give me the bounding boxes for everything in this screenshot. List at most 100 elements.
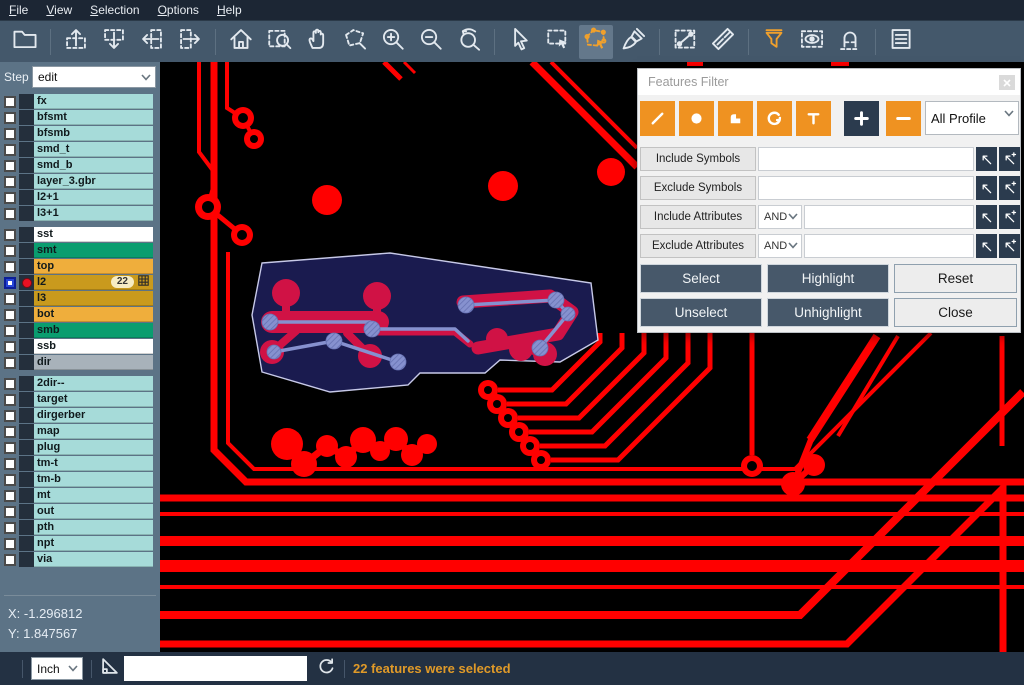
- toolbar-button-pan-down[interactable]: [97, 25, 131, 59]
- layer-row-pth[interactable]: pth: [0, 520, 153, 535]
- pick-add-from-canvas-button[interactable]: [999, 147, 1020, 171]
- layer-row-l3[interactable]: l3: [0, 291, 153, 306]
- layer-checkbox[interactable]: [4, 426, 16, 438]
- layer-cell[interactable]: target: [34, 392, 153, 407]
- pick-from-canvas-button[interactable]: [976, 234, 997, 258]
- layer-row-target[interactable]: target: [0, 392, 153, 407]
- layer-row-l3+1[interactable]: l3+1: [0, 206, 153, 221]
- toolbar-button-zoom-polygon[interactable]: [338, 25, 372, 59]
- exclude-symbols-input[interactable]: [758, 176, 974, 200]
- layer-checkbox[interactable]: [4, 277, 16, 289]
- toolbar-button-zoom-area[interactable]: [262, 25, 296, 59]
- layer-cell[interactable]: mt: [34, 488, 153, 503]
- layer-checkbox[interactable]: [4, 394, 16, 406]
- toolbar-button-pointer-select[interactable]: [503, 25, 537, 59]
- operator-select[interactable]: AND: [758, 234, 802, 258]
- toolbar-button-pan-hand[interactable]: [300, 25, 334, 59]
- dialog-close-button[interactable]: [999, 75, 1015, 90]
- layer-row-dir[interactable]: dir: [0, 355, 153, 370]
- layer-cell[interactable]: via: [34, 552, 153, 567]
- select-button[interactable]: Select: [640, 264, 762, 293]
- layer-row-tm-t[interactable]: tm-t: [0, 456, 153, 471]
- layer-checkbox[interactable]: [4, 506, 16, 518]
- toolbar-button-open-file[interactable]: [8, 25, 42, 59]
- layer-checkbox[interactable]: [4, 293, 16, 305]
- layer-cell[interactable]: npt: [34, 536, 153, 551]
- layer-row-npt[interactable]: npt: [0, 536, 153, 551]
- reset-button[interactable]: Reset: [894, 264, 1017, 293]
- include-symbols-input[interactable]: [758, 147, 974, 171]
- layer-cell[interactable]: smd_b: [34, 158, 153, 173]
- step-select[interactable]: edit: [32, 66, 156, 88]
- pick-add-from-canvas-button[interactable]: [999, 234, 1020, 258]
- layer-cell[interactable]: smt: [34, 243, 153, 258]
- feature-type-arc-button[interactable]: [757, 101, 792, 136]
- layer-row-l2[interactable]: l222: [0, 275, 153, 290]
- include-symbols-button[interactable]: Include Symbols: [640, 147, 756, 171]
- unselect-button[interactable]: Unselect: [640, 298, 762, 327]
- feature-type-line-button[interactable]: [640, 101, 675, 136]
- feature-type-surface-button[interactable]: [718, 101, 753, 136]
- layer-cell[interactable]: l3+1: [34, 206, 153, 221]
- add-filter-button[interactable]: [844, 101, 879, 136]
- layer-cell[interactable]: sst: [34, 227, 153, 242]
- layer-row-bot[interactable]: bot: [0, 307, 153, 322]
- layer-checkbox[interactable]: [4, 341, 16, 353]
- layer-checkbox[interactable]: [4, 96, 16, 108]
- toolbar-button-zoom-out[interactable]: [414, 25, 448, 59]
- layer-checkbox[interactable]: [4, 176, 16, 188]
- layer-cell[interactable]: bfsmb: [34, 126, 153, 141]
- layer-row-bfsmb[interactable]: bfsmb: [0, 126, 153, 141]
- layer-cell[interactable]: smb: [34, 323, 153, 338]
- menu-options[interactable]: Options: [149, 0, 208, 20]
- toolbar-button-rectangle-select[interactable]: [541, 25, 575, 59]
- layer-cell[interactable]: out: [34, 504, 153, 519]
- unit-select[interactable]: Inch: [31, 657, 83, 680]
- layer-checkbox[interactable]: [4, 160, 16, 172]
- toolbar-button-view-options[interactable]: [795, 25, 829, 59]
- close-button[interactable]: Close: [894, 298, 1017, 327]
- layer-checkbox[interactable]: [4, 357, 16, 369]
- layer-checkbox[interactable]: [4, 442, 16, 454]
- exclude-symbols-button[interactable]: Exclude Symbols: [640, 176, 756, 200]
- layer-checkbox[interactable]: [4, 309, 16, 321]
- layer-checkbox[interactable]: [4, 112, 16, 124]
- layer-row-smd_t[interactable]: smd_t: [0, 142, 153, 157]
- operator-select[interactable]: AND: [758, 205, 802, 229]
- layer-checkbox[interactable]: [4, 192, 16, 204]
- toolbar-button-zoom-previous[interactable]: [452, 25, 486, 59]
- layer-checkbox[interactable]: [4, 229, 16, 241]
- layer-row-via[interactable]: via: [0, 552, 153, 567]
- layer-cell[interactable]: fx: [34, 94, 153, 109]
- layer-row-out[interactable]: out: [0, 504, 153, 519]
- menu-selection[interactable]: Selection: [81, 0, 148, 20]
- layer-row-l2+1[interactable]: l2+1: [0, 190, 153, 205]
- corner-measure-icon[interactable]: [100, 656, 120, 681]
- toolbar-button-pan-left[interactable]: [135, 25, 169, 59]
- layer-cell[interactable]: smd_t: [34, 142, 153, 157]
- layer-row-2dir--[interactable]: 2dir--: [0, 376, 153, 391]
- profile-select[interactable]: All Profile: [925, 101, 1019, 135]
- pick-from-canvas-button[interactable]: [976, 205, 997, 229]
- layer-row-fx[interactable]: fx: [0, 94, 153, 109]
- layer-checkbox[interactable]: [4, 144, 16, 156]
- layer-cell[interactable]: bfsmt: [34, 110, 153, 125]
- layer-row-dirgerber[interactable]: dirgerber: [0, 408, 153, 423]
- layer-row-smt[interactable]: smt: [0, 243, 153, 258]
- refresh-icon[interactable]: [316, 656, 336, 681]
- toolbar-button-ruler[interactable]: [706, 25, 740, 59]
- layer-cell[interactable]: dir: [34, 355, 153, 370]
- layer-row-sst[interactable]: sst: [0, 227, 153, 242]
- remove-filter-button[interactable]: [886, 101, 921, 136]
- layer-cell[interactable]: top: [34, 259, 153, 274]
- layer-checkbox[interactable]: [4, 261, 16, 273]
- layer-row-smd_b[interactable]: smd_b: [0, 158, 153, 173]
- toolbar-button-pan-right[interactable]: [173, 25, 207, 59]
- layer-checkbox[interactable]: [4, 325, 16, 337]
- layer-checkbox[interactable]: [4, 522, 16, 534]
- layer-cell[interactable]: bot: [34, 307, 153, 322]
- toolbar-button-paint-select[interactable]: [617, 25, 651, 59]
- toolbar-button-features-filter[interactable]: [757, 25, 791, 59]
- layer-cell[interactable]: l2+1: [34, 190, 153, 205]
- layer-checkbox[interactable]: [4, 458, 16, 470]
